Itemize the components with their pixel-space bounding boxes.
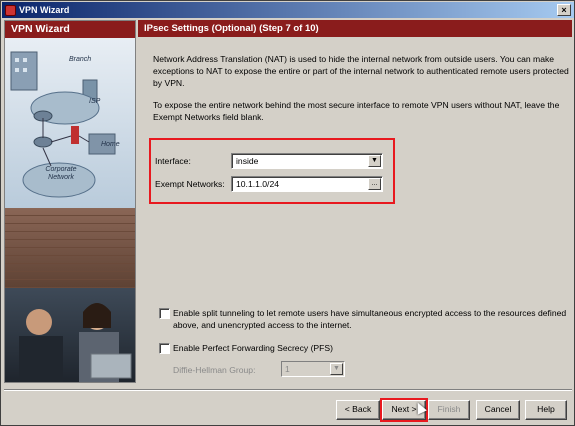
browse-networks-button[interactable]: ... — [368, 178, 381, 190]
people-photo — [5, 288, 135, 382]
isp-label: ISP — [89, 98, 101, 105]
vpn-wizard-window: VPN Wizard × Branch ISP Home Corporate N… — [0, 0, 575, 426]
exempt-networks-label: Exempt Networks: — [155, 179, 225, 189]
help-button[interactable]: Help — [525, 400, 567, 420]
dropdown-arrow-icon[interactable]: ▼ — [368, 155, 381, 167]
title-bar[interactable]: VPN Wizard × — [2, 2, 574, 18]
dh-group-value: 1 — [285, 364, 290, 374]
pfs-checkbox[interactable] — [159, 343, 170, 354]
split-tunnel-checkbox[interactable] — [159, 308, 170, 319]
cancel-button[interactable]: Cancel — [476, 400, 520, 420]
nat-description: Network Address Translation (NAT) is use… — [153, 54, 569, 88]
interface-value: inside — [236, 156, 259, 166]
dh-group-label: Diffie-Hellman Group: — [173, 365, 256, 375]
highlight-box — [149, 138, 395, 204]
network-diagram-image: Branch ISP Home Corporate Network — [5, 38, 135, 208]
step-header: IPsec Settings (Optional) (Step 7 of 10) — [138, 20, 572, 37]
wizard-illustration: Branch ISP Home Corporate Network VPN Wi… — [4, 20, 136, 383]
close-icon[interactable]: × — [557, 4, 571, 16]
finish-button: Finish — [428, 400, 470, 420]
people-illustration — [19, 303, 132, 382]
interface-label: Interface: — [155, 156, 191, 166]
window-title: VPN Wizard — [19, 5, 70, 15]
button-separator — [4, 389, 572, 391]
brick-wall-image — [5, 208, 135, 288]
vpn-wizard-app-icon — [5, 4, 16, 16]
exempt-networks-value: 10.1.1.0/24 — [236, 179, 280, 189]
corporate-network-label: Corporate Network — [45, 166, 77, 181]
exempt-description: To expose the entire network behind the … — [153, 100, 560, 122]
dh-group-dropdown: 1 ▼ — [281, 361, 345, 377]
back-button[interactable]: < Back — [336, 400, 380, 420]
network-diagram — [10, 51, 116, 198]
dropdown-arrow-icon: ▼ — [330, 363, 343, 375]
exempt-networks-field[interactable]: 10.1.1.0/24 ... — [231, 176, 383, 192]
pfs-label: Enable Perfect Forwarding Secrecy (PFS) — [173, 343, 333, 353]
sidebar-header: VPN Wizard — [5, 21, 135, 38]
split-tunnel-label: Enable split tunneling to let remote use… — [173, 308, 567, 330]
branch-label: Branch — [69, 56, 92, 63]
interface-dropdown[interactable]: inside ▼ — [231, 153, 383, 169]
home-label: Home — [101, 141, 120, 148]
